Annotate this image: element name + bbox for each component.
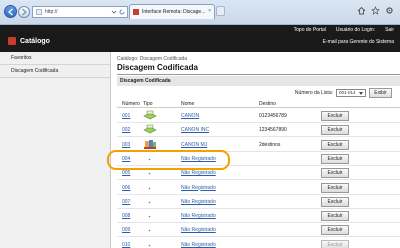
excluir-button[interactable]: Excluir — [321, 182, 349, 193]
excluir-button[interactable]: Excluir — [321, 225, 349, 236]
search-dropdown-icon[interactable] — [111, 9, 117, 15]
row-name-link[interactable]: Não Registrado — [181, 170, 216, 176]
page-icon — [36, 9, 42, 15]
exibir-button[interactable]: Exibir — [369, 88, 392, 98]
refresh-icon[interactable] — [119, 9, 125, 15]
back-button[interactable] — [4, 5, 17, 18]
breadcrumb: Catálogo: Discagem Codificada — [117, 56, 188, 62]
row-number-link[interactable]: 010 — [122, 242, 130, 248]
group-icon — [143, 139, 157, 150]
table-row: 001 CANON 0123456789 Excluir — [117, 109, 400, 123]
logout-link[interactable]: Sair — [385, 27, 394, 33]
row-name-link[interactable]: Não Registrado — [181, 213, 216, 219]
row-number-link[interactable]: 009 — [122, 227, 130, 233]
browser-tab[interactable]: Interface Remota: Discage... × — [129, 4, 215, 19]
row-name-link[interactable]: CANON INC — [181, 127, 209, 133]
empty-type-icon — [148, 214, 151, 218]
empty-type-icon — [148, 200, 151, 204]
table-row: 007 Não Registrado Excluir — [117, 195, 400, 209]
tab-close-icon[interactable]: × — [208, 8, 211, 14]
favorites-star-icon[interactable] — [371, 6, 380, 15]
browser-toolbar: http:// Interface Remota: Discage... × — [0, 0, 400, 25]
table-row: 006 Não Registrado Excluir — [117, 181, 400, 195]
sidebar-item-discagem-codificada[interactable]: Discagem Codificada — [0, 65, 110, 78]
column-header-destino: Destino — [259, 101, 276, 107]
row-number-link[interactable]: 008 — [122, 213, 130, 219]
excluir-button[interactable]: Excluir — [321, 239, 349, 248]
column-header-numero: Número — [122, 101, 140, 107]
tab-favicon-icon — [133, 9, 139, 15]
row-name-link[interactable]: Não Registrado — [181, 227, 216, 233]
row-destination: 0123456789 — [259, 113, 287, 119]
main-content: Catálogo: Discagem Codificada Discagem C… — [112, 52, 400, 248]
portal-top-link[interactable]: Topo do Portal — [294, 27, 326, 33]
logo-text: Catálogo — [20, 37, 50, 45]
excluir-button[interactable]: Excluir — [321, 125, 349, 136]
row-name-link[interactable]: CANON MJ — [181, 142, 207, 148]
table-header: Número Tipo Nome Destino — [117, 100, 400, 108]
table-row: 009 Não Registrado Excluir — [117, 223, 400, 238]
forward-arrow-icon — [22, 8, 27, 16]
list-number-control: Número da Lista: 001-014 Exibir — [295, 88, 392, 98]
empty-type-icon — [148, 186, 151, 189]
table-row: 004 Não Registrado Excluir — [117, 152, 400, 166]
tab-title: Interface Remota: Discage... — [142, 9, 206, 15]
forward-button[interactable] — [18, 6, 30, 18]
row-name-link[interactable]: Não Registrado — [181, 185, 216, 191]
row-name-link[interactable]: CANON — [181, 113, 199, 119]
excluir-button[interactable]: Excluir — [321, 111, 349, 121]
row-number-link[interactable]: 001 — [122, 113, 130, 119]
empty-type-icon — [148, 243, 151, 246]
email-admin-link[interactable]: E-mail para Gerente do Sistema — [323, 39, 394, 45]
row-destination: 2destinos — [259, 141, 281, 148]
excluir-button[interactable]: Excluir — [321, 153, 349, 164]
table-row: 008 Não Registrado Excluir — [117, 209, 400, 224]
new-tab-button[interactable] — [216, 6, 225, 16]
row-number-link[interactable]: 005 — [122, 170, 130, 176]
gear-icon[interactable] — [385, 6, 394, 15]
list-number-select[interactable]: 001-014 — [336, 89, 366, 97]
table-row: 010 Não Registrado Excluir — [117, 238, 400, 248]
catalog-logo: Catálogo — [8, 37, 50, 45]
app-header: Topo do Portal Usuário do Login: Sair Ca… — [0, 25, 400, 52]
url-text: http:// — [45, 9, 58, 15]
table-row: 003 CANON MJ 2destinos Excluir — [117, 138, 400, 152]
column-header-tipo: Tipo — [143, 101, 153, 107]
back-arrow-icon — [7, 7, 13, 16]
excluir-button[interactable]: Excluir — [321, 196, 349, 207]
fax-icon — [143, 124, 157, 135]
sidebar-item-favoritos[interactable]: Favoritos — [0, 52, 110, 65]
section-header: Discagem Codificada — [117, 76, 400, 86]
row-name-link[interactable]: Não Registrado — [181, 156, 216, 162]
empty-type-icon — [148, 228, 151, 232]
empty-type-icon — [148, 171, 151, 175]
list-number-label: Número da Lista: — [294, 90, 333, 96]
sidebar: Favoritos Discagem Codificada — [0, 52, 111, 248]
table-row: 005 Não Registrado Excluir — [117, 166, 400, 181]
page-title: Discagem Codificada — [117, 63, 198, 72]
row-number-link[interactable]: 003 — [122, 142, 130, 148]
table-row: 002 CANON INC 1234567890 Excluir — [117, 123, 400, 138]
row-name-link[interactable]: Não Registrado — [181, 199, 216, 205]
row-name-link[interactable]: Não Registrado — [181, 242, 216, 248]
excluir-button[interactable]: Excluir — [321, 139, 349, 150]
row-destination: 1234567890 — [259, 127, 287, 134]
empty-type-icon — [148, 157, 151, 161]
row-number-link[interactable]: 006 — [122, 185, 130, 191]
column-header-nome: Nome — [181, 101, 195, 107]
login-user-label: Usuário do Login: — [335, 27, 376, 33]
fax-icon — [143, 110, 157, 121]
excluir-button[interactable]: Excluir — [321, 168, 349, 179]
row-number-link[interactable]: 007 — [122, 199, 130, 205]
row-number-link[interactable]: 004 — [122, 156, 130, 162]
row-number-link[interactable]: 002 — [122, 127, 130, 133]
title-divider — [117, 74, 400, 75]
home-icon[interactable] — [357, 6, 366, 15]
catalog-book-icon — [8, 37, 16, 45]
excluir-button[interactable]: Excluir — [321, 211, 349, 222]
address-bar[interactable]: http:// — [32, 6, 128, 18]
